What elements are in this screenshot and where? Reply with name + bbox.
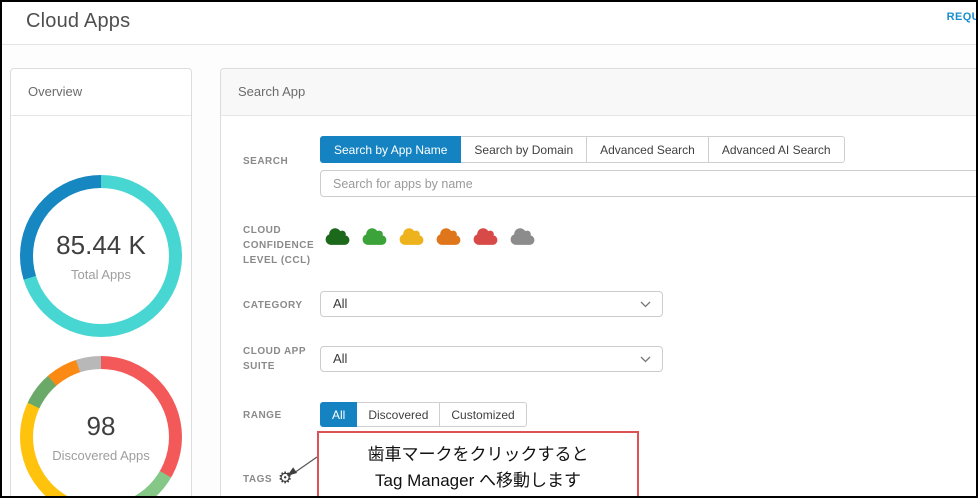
ccl-cloud-medium-icon[interactable] xyxy=(398,227,425,246)
app-header: Cloud Apps REQU xyxy=(2,2,976,45)
category-label: CATEGORY xyxy=(243,300,303,311)
category-dropdown[interactable]: All xyxy=(320,291,663,317)
annotation-callout: 歯車マークをクリックすると Tag Manager へ移動します xyxy=(317,431,639,496)
range-label: RANGE xyxy=(243,410,282,421)
search-app-panel-body: SEARCH Search by App Name Search by Doma… xyxy=(221,116,976,496)
search-app-panel-title: Search App xyxy=(221,69,976,116)
category-selected-value: All xyxy=(333,296,348,311)
search-app-panel: Search App SEARCH Search by App Name Sea… xyxy=(220,68,976,496)
total-apps-label: Total Apps xyxy=(71,267,131,282)
search-mode-tabs: Search by App Name Search by Domain Adva… xyxy=(320,136,845,163)
tab-search-by-domain[interactable]: Search by Domain xyxy=(460,136,588,163)
range-discovered-button[interactable]: Discovered xyxy=(356,402,441,427)
overview-panel-body: 85.44 K Total Apps 98 Discovered Apps xyxy=(11,116,191,496)
range-filter: All Discovered Customized xyxy=(320,402,527,427)
chevron-down-icon xyxy=(640,356,651,363)
cloud-apps-screen: Cloud Apps REQU Overview 85.44 K Total A… xyxy=(0,0,978,498)
total-apps-donut-chart: 85.44 K Total Apps xyxy=(20,175,182,337)
discovered-apps-donut-chart: 98 Discovered Apps xyxy=(20,356,182,496)
cloud-app-suite-dropdown[interactable]: All xyxy=(320,346,663,372)
ccl-filter xyxy=(324,227,546,246)
overview-panel-title: Overview xyxy=(11,69,191,116)
ccl-cloud-high-icon[interactable] xyxy=(361,227,388,246)
total-apps-donut-center: 85.44 K Total Apps xyxy=(20,175,182,337)
discovered-apps-donut-center: 98 Discovered Apps xyxy=(20,356,182,496)
ccl-cloud-poor-icon[interactable] xyxy=(472,227,499,246)
chevron-down-icon xyxy=(640,301,651,308)
tab-advanced-ai-search[interactable]: Advanced AI Search xyxy=(707,136,845,163)
ccl-label: CLOUD CONFIDENCE LEVEL (CCL) xyxy=(243,225,315,266)
ccl-cloud-low-icon[interactable] xyxy=(435,227,462,246)
ccl-cloud-unrated-icon[interactable] xyxy=(509,227,536,246)
annotation-line-1: 歯車マークをクリックすると xyxy=(367,445,589,464)
page-title: Cloud Apps xyxy=(26,10,131,32)
app-name-search-input[interactable] xyxy=(320,170,976,197)
total-apps-value: 85.44 K xyxy=(56,230,146,260)
ccl-cloud-excellent-icon[interactable] xyxy=(324,227,351,246)
cloud-app-suite-selected-value: All xyxy=(333,351,348,366)
range-customized-button[interactable]: Customized xyxy=(439,402,527,427)
discovered-apps-value: 98 xyxy=(86,411,116,441)
request-new-app-link[interactable]: REQU xyxy=(947,11,976,23)
search-label: SEARCH xyxy=(243,156,289,167)
tab-search-by-app-name[interactable]: Search by App Name xyxy=(320,136,462,163)
cloud-app-suite-label: CLOUD APP SUITE xyxy=(243,346,306,372)
overview-panel: Overview 85.44 K Total Apps 98 Discovere… xyxy=(10,68,192,496)
tags-label: TAGS xyxy=(243,473,273,485)
range-all-button[interactable]: All xyxy=(320,402,358,427)
annotation-line-2: Tag Manager へ移動します xyxy=(375,471,581,490)
tab-advanced-search[interactable]: Advanced Search xyxy=(586,136,709,163)
discovered-apps-label: Discovered Apps xyxy=(52,448,150,463)
